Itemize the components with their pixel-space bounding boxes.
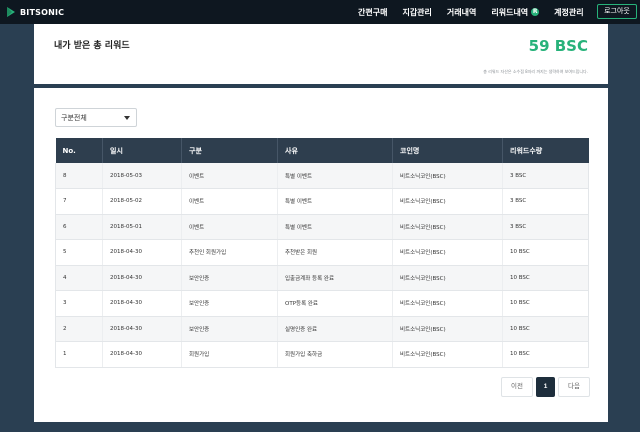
nav-menu: 간편구매 지갑관리 거래내역 리워드내역 R 계정관리 <box>358 0 599 24</box>
cell-amount: 10 BSC <box>502 341 589 368</box>
col-header-category: 구분 <box>181 138 278 163</box>
cell-reason: 추천받은 회원 <box>277 239 393 266</box>
cell-coin: 비트소닉코인(BSC) <box>392 188 503 215</box>
nav-item-history[interactable]: 거래내역 <box>447 7 476 18</box>
reward-table: No. 일시 구분 사유 코인명 리워드수량 8 2018-05-03 이벤트 … <box>55 138 589 368</box>
table-header-row: No. 일시 구분 사유 코인명 리워드수량 <box>55 138 589 163</box>
cell-date: 2018-04-30 <box>102 239 182 266</box>
table-row: 4 2018-04-30 보안인증 입출금계좌 등록 완료 비트소닉코인(BSC… <box>55 265 589 291</box>
cell-no: 1 <box>55 341 103 368</box>
col-header-amount: 리워드수량 <box>510 146 543 155</box>
top-nav: BITSONIC 간편구매 지갑관리 거래내역 리워드내역 R 계정관리 로그아… <box>0 0 640 24</box>
pagination: 이전 1 다음 <box>501 377 593 397</box>
cell-date: 2018-04-30 <box>102 265 182 291</box>
summary-title: 내가 받은 총 리워드 <box>54 41 130 51</box>
cell-amount: 10 BSC <box>502 265 589 291</box>
cell-amount: 10 BSC <box>502 290 589 317</box>
next-page-button[interactable]: 다음 <box>558 377 590 397</box>
cell-category: 보안인증 <box>181 265 278 291</box>
table-row: 2 2018-04-30 보안인증 실명인증 완료 비트소닉코인(BSC) 10… <box>55 316 589 342</box>
cell-coin: 비트소닉코인(BSC) <box>392 239 503 266</box>
col-header-no: No. <box>55 138 103 163</box>
cell-coin: 비트소닉코인(BSC) <box>392 163 503 189</box>
table-row: 6 2018-05-01 이벤트 특별 이벤트 비트소닉코인(BSC) 3 BS… <box>55 214 589 240</box>
table-row: 3 2018-04-30 보안인증 OTP등록 완료 비트소닉코인(BSC) 1… <box>55 290 589 317</box>
cell-no: 5 <box>55 239 103 266</box>
cell-reason: 실명인증 완료 <box>277 316 393 342</box>
reward-history-card: 구분전체 No. 일시 구분 사유 코인명 리워드수량 8 2018-05-03… <box>34 88 608 422</box>
cell-amount: 3 BSC <box>502 188 589 215</box>
nav-item-wallet[interactable]: 지갑관리 <box>402 7 431 18</box>
logout-button[interactable]: 로그아웃 <box>597 4 637 19</box>
col-header-reason: 사유 <box>277 138 393 163</box>
table-row: 8 2018-05-03 이벤트 특별 이벤트 비트소닉코인(BSC) 3 BS… <box>55 163 589 189</box>
category-filter-select[interactable]: 구분전체 <box>55 108 137 127</box>
cell-reason: 입출금계좌 등록 완료 <box>277 265 393 291</box>
cell-amount: 10 BSC <box>502 316 589 342</box>
nav-item-account[interactable]: 계정관리 <box>554 7 583 18</box>
cell-reason: 특별 이벤트 <box>277 163 393 189</box>
cell-reason: 특별 이벤트 <box>277 214 393 240</box>
col-header-date: 일시 <box>102 138 182 163</box>
bitsonic-logo-icon <box>5 6 17 18</box>
filter-selected-value: 구분전체 <box>61 113 87 122</box>
cell-category: 이벤트 <box>181 163 278 189</box>
cell-reason: 회원가입 축하금 <box>277 341 393 368</box>
cell-category: 이벤트 <box>181 214 278 240</box>
nav-item-reward-label: 리워드내역 <box>491 7 529 17</box>
cell-date: 2018-05-02 <box>102 188 182 215</box>
cell-category: 보안인증 <box>181 316 278 342</box>
cell-no: 2 <box>55 316 103 342</box>
cell-amount: 3 BSC <box>502 163 589 189</box>
summary-note: 총 리워드 자산은 소수점 8자리 까지는 생략하여 보여드립니다. <box>483 69 588 74</box>
total-reward-value: 59 BSC <box>528 37 588 55</box>
cell-date: 2018-04-30 <box>102 290 182 317</box>
cell-category: 이벤트 <box>181 188 278 215</box>
nav-item-quick-buy[interactable]: 간편구매 <box>358 7 387 18</box>
cell-date: 2018-04-30 <box>102 341 182 368</box>
reward-summary-card: 내가 받은 총 리워드 59 BSC 총 리워드 자산은 소수점 8자리 까지는… <box>34 24 608 84</box>
table-row: 7 2018-05-02 이벤트 특별 이벤트 비트소닉코인(BSC) 3 BS… <box>55 188 589 215</box>
page-button-current[interactable]: 1 <box>536 377 555 397</box>
cell-date: 2018-04-30 <box>102 316 182 342</box>
cell-coin: 비트소닉코인(BSC) <box>392 316 503 342</box>
cell-coin: 비트소닉코인(BSC) <box>392 341 503 368</box>
nav-item-reward[interactable]: 리워드내역 R <box>491 7 540 18</box>
cell-coin: 비트소닉코인(BSC) <box>392 290 503 317</box>
cell-coin: 비트소닉코인(BSC) <box>392 265 503 291</box>
cell-category: 보안인증 <box>181 290 278 317</box>
cell-reason: OTP등록 완료 <box>277 290 393 317</box>
cell-no: 6 <box>55 214 103 240</box>
cell-no: 7 <box>55 188 103 215</box>
cell-date: 2018-05-03 <box>102 163 182 189</box>
chevron-down-icon <box>124 116 130 120</box>
cell-category: 추천인 회원가입 <box>181 239 278 266</box>
cell-reason: 특별 이벤트 <box>277 188 393 215</box>
cell-date: 2018-05-01 <box>102 214 182 240</box>
cell-coin: 비트소닉코인(BSC) <box>392 214 503 240</box>
cell-amount: 10 BSC <box>502 239 589 266</box>
table-row: 1 2018-04-30 회원가입 회원가입 축하금 비트소닉코인(BSC) 1… <box>55 341 589 368</box>
cell-no: 3 <box>55 290 103 317</box>
cell-category: 회원가입 <box>181 341 278 368</box>
brand-name: BITSONIC <box>20 7 65 17</box>
cell-no: 8 <box>55 163 103 189</box>
table-row: 5 2018-04-30 추천인 회원가입 추천받은 회원 비트소닉코인(BSC… <box>55 239 589 266</box>
cell-no: 4 <box>55 265 103 291</box>
reward-badge: R <box>531 8 540 16</box>
col-header-coin: 코인명 <box>392 138 503 163</box>
cell-amount: 3 BSC <box>502 214 589 240</box>
logo[interactable]: BITSONIC <box>5 0 64 24</box>
prev-page-button[interactable]: 이전 <box>501 377 533 397</box>
